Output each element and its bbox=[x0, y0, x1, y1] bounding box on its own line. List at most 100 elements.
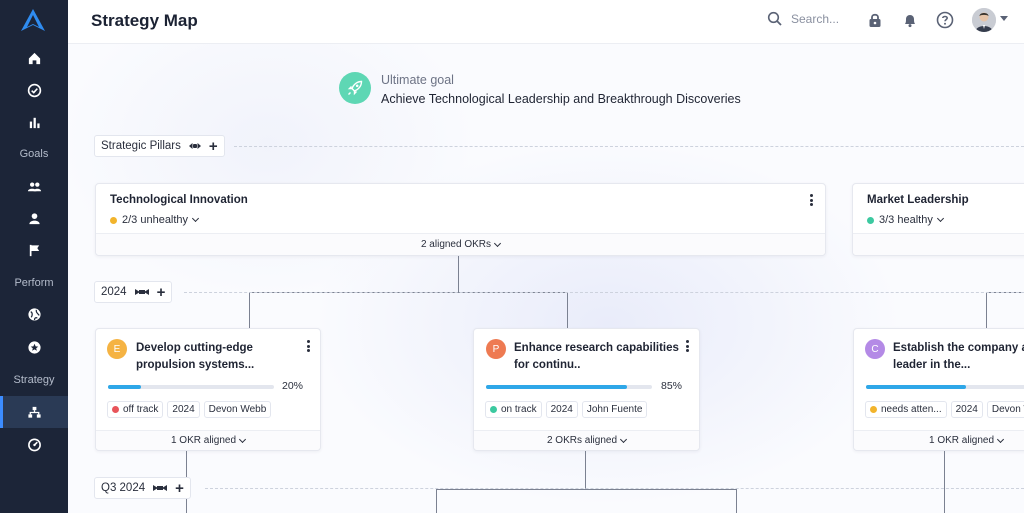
search-input[interactable]: Search... bbox=[791, 12, 839, 26]
add-button[interactable]: + bbox=[209, 139, 218, 154]
pillar-title: Technological Innovation bbox=[110, 194, 248, 206]
check-circle-icon[interactable] bbox=[0, 74, 68, 106]
chevron-down-icon bbox=[619, 435, 628, 443]
pillar-health[interactable]: 3/3 healthy bbox=[867, 214, 944, 226]
row-tag-year[interactable]: 2024 + bbox=[94, 281, 173, 303]
pillar-health-label: 2/3 unhealthy bbox=[122, 214, 189, 226]
aligned-okrs-label: 1 OKR aligned bbox=[170, 435, 237, 446]
org-chart-icon[interactable] bbox=[0, 396, 68, 428]
period-chip[interactable]: 2024 bbox=[167, 401, 200, 418]
status-chip[interactable]: off track bbox=[107, 401, 164, 418]
more-options-icon[interactable] bbox=[806, 193, 816, 207]
pillar-health-label: 3/3 healthy bbox=[879, 214, 933, 226]
aligned-okrs-toggle[interactable]: 1 OKR aligned bbox=[854, 430, 1024, 450]
team-icon[interactable] bbox=[0, 170, 68, 202]
okr-type-badge: E bbox=[107, 339, 127, 359]
aligned-okrs-toggle[interactable]: 2 aligned OKRs bbox=[96, 233, 825, 255]
progress-fill bbox=[108, 385, 142, 389]
aligned-okrs-toggle[interactable] bbox=[853, 233, 1024, 255]
collapse-arrows-icon[interactable] bbox=[134, 287, 150, 297]
globe-icon[interactable] bbox=[0, 298, 68, 330]
avatar[interactable] bbox=[972, 8, 996, 32]
pillar-health[interactable]: 2/3 unhealthy bbox=[110, 214, 200, 226]
aligned-okrs-toggle[interactable]: 1 OKR aligned bbox=[96, 430, 320, 450]
chevron-down-icon[interactable] bbox=[1000, 16, 1008, 21]
more-options-icon[interactable] bbox=[682, 339, 692, 353]
add-button[interactable]: + bbox=[175, 481, 184, 496]
connector-line bbox=[436, 489, 437, 513]
bar-chart-icon[interactable] bbox=[0, 106, 68, 138]
lock-icon[interactable] bbox=[866, 11, 884, 29]
okr-title-line: Develop cutting-edge bbox=[136, 342, 253, 354]
goal-title[interactable]: Achieve Technological Leadership and Bre… bbox=[381, 92, 741, 106]
more-options-icon[interactable] bbox=[303, 339, 313, 353]
okr-type-badge: C bbox=[865, 339, 885, 359]
progress-percent: 85% bbox=[661, 380, 683, 392]
row-divider bbox=[184, 292, 1024, 293]
collapse-arrows-icon[interactable] bbox=[188, 141, 202, 151]
bell-icon[interactable] bbox=[901, 11, 919, 29]
help-icon[interactable] bbox=[936, 11, 954, 29]
status-dot bbox=[867, 216, 874, 224]
home-icon[interactable] bbox=[0, 42, 68, 74]
okr-title-line: for continu.. bbox=[514, 359, 581, 371]
okr-chips: off track 2024 Devon Webb bbox=[107, 401, 272, 418]
search-box[interactable]: Search... bbox=[767, 11, 839, 27]
progress-fill bbox=[486, 385, 628, 389]
row-tag-label: Q3 2024 bbox=[101, 482, 146, 494]
status-chip-label: off track bbox=[123, 404, 159, 415]
row-tag-label: 2024 bbox=[101, 286, 127, 298]
app-logo[interactable] bbox=[20, 8, 46, 32]
okr-title[interactable]: Enhance research capabilities for contin… bbox=[514, 340, 679, 374]
okr-title-line: propulsion systems... bbox=[136, 359, 255, 371]
strategy-canvas: Ultimate goal Achieve Technological Lead… bbox=[68, 44, 1024, 513]
owner-chip[interactable]: John Fuente bbox=[581, 401, 648, 418]
connector-line bbox=[986, 292, 987, 328]
row-divider bbox=[234, 146, 1024, 147]
owner-chip[interactable]: Devon Webb bbox=[203, 401, 272, 418]
connector-line bbox=[436, 489, 736, 490]
pillar-card[interactable]: Technological Innovation 2/3 unhealthy 2… bbox=[95, 183, 826, 256]
page-title: Strategy Map bbox=[91, 11, 198, 30]
progress-fill bbox=[866, 385, 966, 389]
gauge-icon[interactable] bbox=[0, 428, 68, 460]
okr-chips: on track 2024 John Fuente bbox=[485, 401, 648, 418]
okr-card[interactable]: C Establish the company as leader in the… bbox=[853, 328, 1024, 451]
okr-title[interactable]: Develop cutting-edge propulsion systems.… bbox=[136, 340, 254, 374]
status-dot bbox=[110, 216, 117, 224]
row-divider bbox=[205, 488, 1024, 489]
add-button[interactable]: + bbox=[157, 285, 166, 300]
connector-line bbox=[944, 451, 945, 513]
status-chip[interactable]: on track bbox=[485, 401, 542, 418]
connector-line bbox=[567, 292, 568, 328]
owner-chip[interactable]: Devon W bbox=[986, 401, 1024, 418]
user-icon[interactable] bbox=[0, 202, 68, 234]
connector-line bbox=[736, 489, 737, 513]
status-chip[interactable]: needs atten... bbox=[865, 401, 947, 418]
okr-card[interactable]: E Develop cutting-edge propulsion system… bbox=[95, 328, 321, 451]
chevron-down-icon bbox=[493, 239, 502, 247]
progress-bar bbox=[866, 385, 1024, 389]
status-chip-label: needs atten... bbox=[881, 404, 942, 415]
period-chip[interactable]: 2024 bbox=[545, 401, 578, 418]
okr-chips: needs atten... 2024 Devon W bbox=[865, 401, 1024, 418]
period-chip[interactable]: 2024 bbox=[950, 401, 983, 418]
pillar-card[interactable]: Market Leadership 3/3 healthy bbox=[852, 183, 1024, 256]
flag-icon[interactable] bbox=[0, 234, 68, 266]
collapse-arrows-icon[interactable] bbox=[152, 483, 168, 493]
okr-title-line: Enhance research capabilities bbox=[514, 342, 679, 354]
row-tag-pillars[interactable]: Strategic Pillars + bbox=[94, 135, 225, 157]
status-dot bbox=[112, 406, 119, 413]
okr-card[interactable]: P Enhance research capabilities for cont… bbox=[473, 328, 700, 451]
section-perform: Perform bbox=[14, 277, 54, 289]
status-dot bbox=[490, 406, 497, 413]
aligned-okrs-label: 2 OKRs aligned bbox=[546, 435, 618, 446]
progress-bar bbox=[108, 385, 274, 389]
okr-title-line: leader in the... bbox=[893, 359, 971, 371]
rocket-icon bbox=[339, 72, 371, 104]
okr-title[interactable]: Establish the company as leader in the..… bbox=[893, 340, 1024, 374]
aligned-okrs-toggle[interactable]: 2 OKRs aligned bbox=[474, 430, 699, 450]
section-goals: Goals bbox=[19, 148, 49, 160]
row-tag-quarter[interactable]: Q3 2024 + bbox=[94, 477, 191, 499]
star-badge-icon[interactable] bbox=[0, 331, 68, 363]
